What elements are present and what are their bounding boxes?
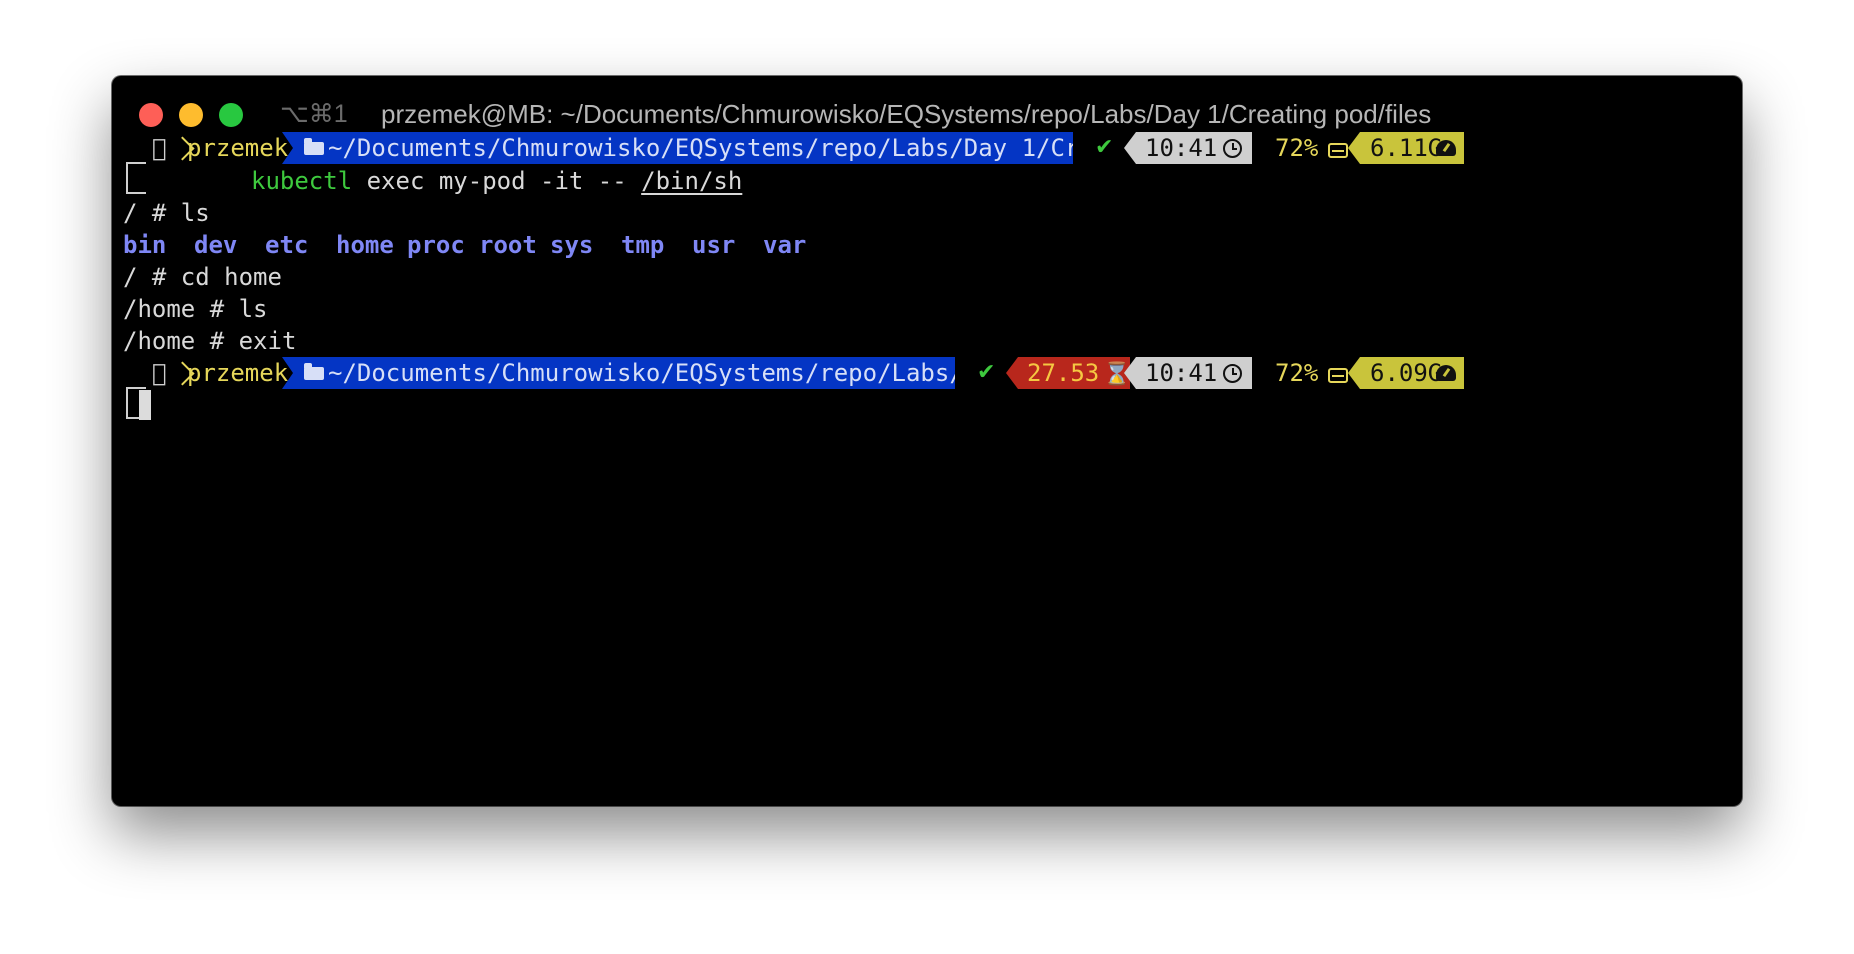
battery-segment: 72% — [1254, 132, 1348, 164]
gauge-icon — [1436, 140, 1456, 156]
time-segment: 10:41 — [1124, 132, 1252, 164]
clock-icon — [1223, 364, 1242, 383]
command-shell: /bin/sh — [641, 167, 743, 195]
ls-item: root — [479, 231, 537, 259]
battery-segment: 72% — [1254, 357, 1348, 389]
terminal-content[interactable]:  przemek ~/Documents/Chmurowisko/EQSyst… — [112, 76, 1742, 806]
command-args: exec my-pod -it -- — [366, 167, 642, 195]
path-segment: ~/Documents/Chmurowisko/EQSystems/repo/L… — [282, 357, 955, 389]
drive-icon — [1328, 143, 1348, 158]
output-line: /home # ls — [123, 295, 268, 323]
ls-item: sys — [550, 231, 594, 259]
ls-item: dev — [194, 231, 238, 259]
terminal-window: ⌥⌘1 przemek@MB: ~/Documents/Chmurowisko/… — [112, 76, 1742, 806]
battery-value: 72% — [1275, 359, 1319, 387]
clock-icon — [1223, 139, 1242, 158]
path-segment: ~/Documents/Chmurowisko/EQSystems/repo/L… — [282, 132, 1073, 164]
text-cursor — [139, 390, 151, 420]
memory-segment: 6.11G — [1348, 132, 1464, 164]
ls-output: bin dev etc home proc root sys tmp usr v… — [123, 227, 923, 263]
command-program: kubectl — [251, 167, 353, 195]
duration-segment: 27.53 ⌛ — [1006, 357, 1130, 389]
time-value: 10:41 — [1145, 134, 1218, 162]
drive-icon — [1328, 368, 1348, 383]
time-value: 10:41 — [1145, 359, 1218, 387]
apple-icon:  — [152, 357, 166, 389]
ls-item: var — [763, 231, 807, 259]
memory-value: 6.09G — [1370, 359, 1443, 387]
ls-item: bin — [123, 231, 167, 259]
ls-item: proc — [407, 231, 465, 259]
command-line: kubectl exec my-pod -it -- /bin/sh — [251, 163, 742, 199]
check-icon: ✔ — [1095, 135, 1114, 160]
ls-item: usr — [692, 231, 736, 259]
folder-icon — [304, 363, 324, 380]
ls-item: home — [336, 231, 394, 259]
ls-item: etc — [265, 231, 309, 259]
current-path: ~/Documents/Chmurowisko/EQSystems/repo/L… — [328, 359, 955, 387]
output-line: / # ls — [123, 199, 210, 227]
prompt-user: przemek — [187, 134, 289, 162]
apple-icon:  — [152, 132, 166, 164]
prompt-bracket — [126, 162, 146, 194]
ls-item: tmp — [621, 231, 665, 259]
output-line: / # cd home — [123, 263, 282, 291]
gauge-icon — [1436, 365, 1456, 381]
prompt-bracket — [126, 387, 146, 419]
memory-segment: 6.09G — [1348, 357, 1464, 389]
time-segment: 10:41 — [1124, 357, 1252, 389]
check-icon: ✔ — [977, 360, 996, 385]
output-line: /home # exit — [123, 327, 297, 355]
duration-value: 27.53 — [1027, 359, 1100, 387]
prompt-user: przemek — [187, 359, 289, 387]
current-path: ~/Documents/Chmurowisko/EQSystems/repo/L… — [328, 134, 1073, 162]
memory-value: 6.11G — [1370, 134, 1443, 162]
folder-icon — [304, 138, 324, 155]
battery-value: 72% — [1275, 134, 1319, 162]
